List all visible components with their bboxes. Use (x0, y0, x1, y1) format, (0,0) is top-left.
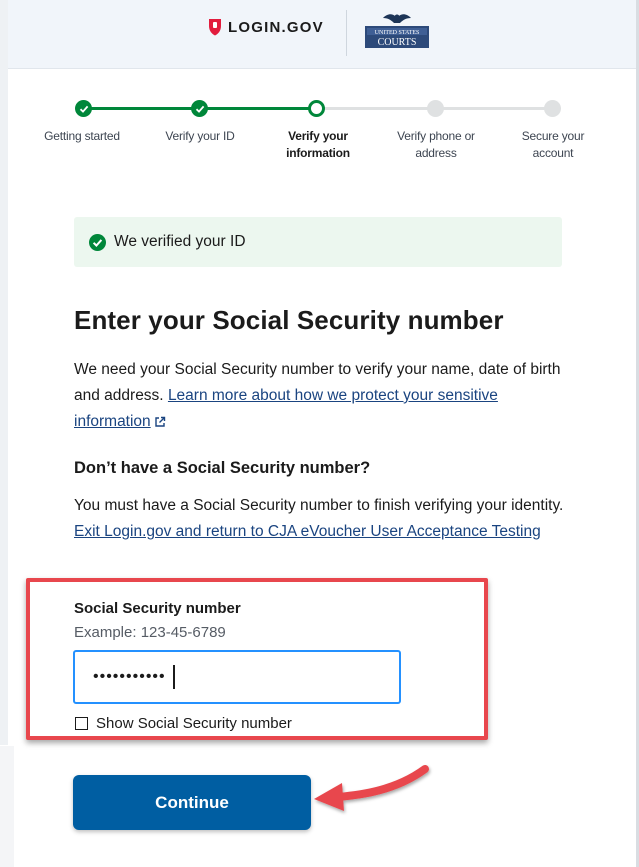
step-complete-icon (191, 100, 208, 117)
window-frame-bottom (0, 746, 14, 867)
step-label-secure-account: Secure your account (521, 129, 585, 160)
step-connector (436, 107, 553, 110)
ssn-field-label: Social Security number (74, 600, 241, 617)
svg-text:UNITED STATES: UNITED STATES (375, 30, 420, 36)
text-cursor (173, 665, 175, 689)
show-ssn-checkbox[interactable] (75, 716, 88, 730)
ssn-input[interactable] (73, 650, 401, 704)
us-courts-logo: UNITED STATES COURTS (365, 14, 429, 48)
step-incomplete-icon (544, 100, 561, 117)
step-incomplete-icon (427, 100, 444, 117)
ssn-field-hint: Example: 123-45-6789 (74, 624, 226, 641)
intro-text: We need your Social Security number to v… (74, 357, 564, 435)
no-ssn-heading: Don’t have a Social Security number? (74, 459, 371, 477)
step-connector (84, 107, 200, 110)
step-label-verify-id: Verify your ID (165, 129, 235, 143)
show-ssn-toggle[interactable]: Show Social Security number (75, 714, 292, 732)
step-label-verify-phone: Verify phone or address (397, 129, 475, 160)
step-current-icon (308, 100, 325, 117)
alert-text: We verified your ID (114, 233, 246, 250)
partner-logo-text: UNITED STATES COURTS (375, 30, 420, 48)
step-connector (317, 107, 436, 110)
show-ssn-label[interactable]: Show Social Security number (96, 715, 292, 732)
step-indicator: Getting started Verify your ID Verify yo… (0, 96, 639, 166)
step-label-getting-started: Getting started (44, 129, 120, 143)
page-title: Enter your Social Security number (74, 305, 504, 335)
success-alert: We verified your ID (74, 217, 562, 267)
login-gov-logo[interactable]: LOGIN.GOV (208, 18, 324, 36)
check-circle-icon (89, 233, 106, 251)
svg-text:COURTS: COURTS (378, 37, 417, 48)
annotation-arrow-icon (314, 765, 429, 811)
step-label-verify-information: Verify your information (286, 129, 350, 160)
site-header: LOGIN.GOV UNITED STATES COURTS (8, 0, 636, 69)
step-connector (200, 107, 317, 110)
continue-button[interactable]: Continue (73, 775, 311, 830)
brand-name: LOGIN.GOV (228, 18, 324, 36)
no-ssn-text: You must have a Social Security number t… (74, 493, 564, 545)
external-link-icon (154, 416, 165, 427)
step-complete-icon (75, 100, 92, 117)
shield-icon (209, 19, 221, 36)
logo-divider (346, 10, 347, 56)
exit-login-link[interactable]: Exit Login.gov and return to CJA eVouche… (74, 523, 541, 540)
no-ssn-body: You must have a Social Security number t… (74, 497, 564, 514)
